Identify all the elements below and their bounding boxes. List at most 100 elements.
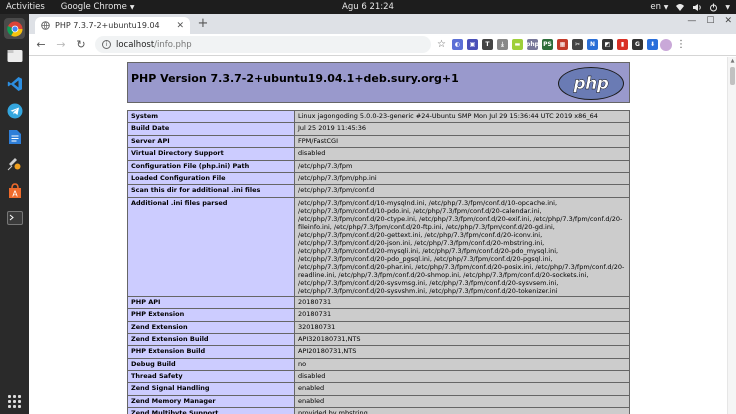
address-bar[interactable]: i localhost/info.php <box>95 36 431 53</box>
extension-icon[interactable]: php <box>526 39 539 50</box>
php-logo-text: php <box>573 73 609 94</box>
table-row: Configuration File (php.ini) Path/etc/ph… <box>127 159 630 173</box>
language-indicator[interactable]: en ▼ <box>650 2 668 12</box>
setting-value: /etc/php/7.3/fpm <box>294 159 630 173</box>
minimize-icon[interactable]: — <box>687 16 696 26</box>
show-applications-icon[interactable] <box>8 395 21 408</box>
document-icon[interactable] <box>4 126 25 147</box>
setting-value: 20180731 <box>294 308 630 322</box>
setting-value: Jul 25 2019 11:45:36 <box>294 122 630 136</box>
setting-name: Thread Safety <box>127 370 295 384</box>
table-row: Loaded Configuration File/etc/php/7.3/fp… <box>127 171 630 186</box>
info-icon[interactable]: i <box>102 40 111 49</box>
table-row: PHP Extension 20180731 <box>127 308 630 322</box>
table-row: Zend Extension 320180731 <box>127 320 630 334</box>
table-row: PHP API 20180731 <box>127 295 630 310</box>
setting-name: Loaded Configuration File <box>127 171 295 186</box>
extension-icon[interactable]: G <box>631 39 643 50</box>
maximize-icon[interactable]: ☐ <box>706 16 714 26</box>
php-version-header: PHP Version 7.3.7-2+ubuntu19.04.1+deb.su… <box>127 62 630 103</box>
extension-icon[interactable]: ✂ <box>571 39 583 50</box>
system-tray[interactable]: en ▼ ▼ <box>650 0 730 14</box>
setting-value: /etc/php/7.3/fpm/conf.d <box>294 184 630 198</box>
bookmark-star-icon[interactable]: ☆ <box>437 39 446 50</box>
setting-value: /etc/php/7.3/fpm/php.ini <box>294 171 630 186</box>
extension-icon[interactable]: ▮ <box>616 39 628 50</box>
back-icon[interactable]: ← <box>33 38 49 51</box>
globe-icon <box>41 21 50 30</box>
extension-icon[interactable]: ⬇ <box>646 39 658 50</box>
setting-name: Virtual Directory Support <box>127 147 295 161</box>
app-menu-label: Google Chrome <box>60 2 127 12</box>
network-icon <box>676 3 685 11</box>
setting-value: API20180731,NTS <box>294 345 630 359</box>
forward-icon[interactable]: → <box>53 38 69 51</box>
app-menu[interactable]: Google Chrome ▼ <box>61 2 135 12</box>
setting-name: Configuration File (php.ini) Path <box>127 159 295 173</box>
table-row: Virtual Directory Support disabled <box>127 147 630 161</box>
reload-icon[interactable]: ↻ <box>73 38 89 51</box>
extension-icon[interactable]: ◐ <box>451 39 463 50</box>
setting-value: Linux jagongoding 5.0.0-23-generic #24-U… <box>294 109 630 124</box>
page-content: PHP Version 7.3.7-2+ubuntu19.04.1+deb.su… <box>29 57 736 414</box>
files-icon[interactable] <box>4 45 25 66</box>
setting-name: Zend Signal Handling <box>127 382 295 396</box>
setting-value: API320180731,NTS <box>294 332 630 347</box>
setting-name: Zend Extension <box>127 320 295 334</box>
profile-avatar[interactable] <box>659 38 672 51</box>
table-row: Zend Multibyte Support provided by mbstri… <box>127 407 630 414</box>
telegram-icon[interactable] <box>4 100 25 121</box>
extension-icon[interactable]: PS <box>541 39 553 50</box>
extension-icon[interactable]: N <box>586 39 598 50</box>
vscode-icon[interactable] <box>4 73 25 94</box>
extension-icon[interactable]: ▣ <box>466 39 478 50</box>
software-center-icon[interactable]: A <box>4 180 25 201</box>
setting-name: Zend Multibyte Support <box>127 407 295 414</box>
setting-value: 20180731 <box>294 295 630 310</box>
setting-value: disabled <box>294 370 630 384</box>
scrollbar-thumb[interactable] <box>730 67 735 85</box>
chevron-down-icon: ▼ <box>129 3 135 11</box>
extension-icon[interactable]: ◩ <box>601 39 613 50</box>
setting-value: provided by mbstring <box>294 407 630 414</box>
tab-phpinfo[interactable]: PHP 7.3.7-2+ubuntu19.04 ✕ <box>35 17 190 34</box>
browser-toolbar: ← → ↻ i localhost/info.php ☆ ◐ ▣ T ⤓ ▬ php PS ▦… <box>29 34 736 56</box>
table-row: Build Date Jul 25 2019 11:45:36 <box>127 122 630 136</box>
setting-name: Scan this dir for additional .ini files <box>127 184 295 198</box>
table-row: Zend Memory Manager enabled <box>127 394 630 409</box>
extensions-bar: ◐ ▣ T ⤓ ▬ php PS ▦ ✂ N ◩ ▮ G ⬇ <box>451 39 658 50</box>
satellite-icon[interactable] <box>4 153 25 174</box>
extension-icon[interactable]: ▬ <box>511 39 523 50</box>
chrome-icon[interactable] <box>4 18 25 39</box>
terminal-icon[interactable] <box>4 207 25 228</box>
language-label: en <box>650 2 662 12</box>
close-icon[interactable]: ✕ <box>176 21 184 31</box>
tab-strip: PHP 7.3.7-2+ubuntu19.04 ✕ + — ☐ ✕ <box>29 14 736 34</box>
page-title: PHP Version 7.3.7-2+ubuntu19.04.1+deb.su… <box>131 72 459 85</box>
setting-name: Additional .ini files parsed <box>127 196 295 297</box>
url-host: localhost <box>116 39 155 50</box>
activities-button[interactable]: Activities <box>6 2 45 12</box>
more-menu-icon[interactable]: ⋮ <box>676 39 686 50</box>
table-row: Scan this dir for additional .ini files /… <box>127 184 630 198</box>
extension-icon[interactable]: T <box>481 39 493 50</box>
window-controls: — ☐ ✕ <box>687 16 732 26</box>
setting-name: Zend Memory Manager <box>127 394 295 409</box>
php-info-table: System Linux jagongoding 5.0.0-23-generic… <box>127 109 630 414</box>
new-tab-button[interactable]: + <box>196 17 210 31</box>
table-row: Zend Extension Build API320180731,NTS <box>127 332 630 347</box>
chevron-down-icon: ▼ <box>725 3 730 11</box>
setting-name: PHP Extension <box>127 308 295 322</box>
extension-icon[interactable]: ▦ <box>556 39 568 50</box>
power-icon <box>710 3 718 11</box>
extension-icon[interactable]: ⤓ <box>496 39 508 50</box>
close-window-icon[interactable]: ✕ <box>724 16 732 26</box>
url-path: /info.php <box>154 39 192 50</box>
table-row: System Linux jagongoding 5.0.0-23-generic… <box>127 109 630 124</box>
table-row: Server API FPM/FastCGI <box>127 134 630 149</box>
setting-name: Debug Build <box>127 357 295 372</box>
chrome-window: PHP 7.3.7-2+ubuntu19.04 ✕ + — ☐ ✕ ← → ↻ … <box>29 14 736 414</box>
scroll-up-icon[interactable]: ▲ <box>729 58 736 64</box>
setting-name: Zend Extension Build <box>127 332 295 347</box>
page-scrollbar[interactable]: ▲ <box>727 57 736 414</box>
